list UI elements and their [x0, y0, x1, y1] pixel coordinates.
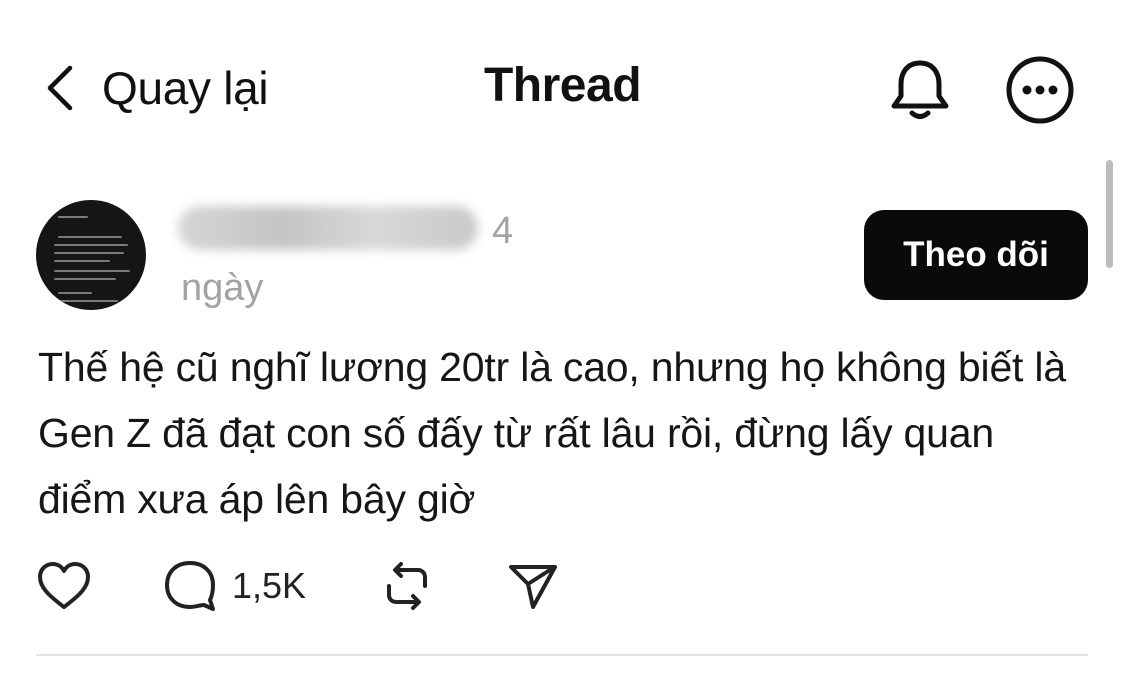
- like-button[interactable]: [36, 556, 92, 616]
- header-bar: Quay lại Thread: [0, 0, 1125, 180]
- post-age-unit: ngày: [181, 267, 264, 309]
- follow-button[interactable]: Theo dõi: [864, 210, 1088, 300]
- reply-button[interactable]: 1,5K: [162, 556, 306, 616]
- bell-icon: [891, 60, 949, 119]
- reply-count: 1,5K: [232, 565, 307, 606]
- avatar[interactable]: [36, 200, 146, 310]
- heart-icon: [38, 562, 90, 609]
- repost-button[interactable]: [380, 556, 434, 616]
- scrollbar[interactable]: [1106, 160, 1113, 268]
- divider: [36, 654, 1088, 656]
- share-button[interactable]: [506, 556, 560, 616]
- more-options-button[interactable]: [1004, 54, 1076, 126]
- page-title: Thread: [483, 59, 642, 112]
- post-age-number: 4: [492, 210, 514, 252]
- post-text: Thế hệ cũ nghĩ lương 20tr là cao, nhưng …: [38, 344, 1066, 522]
- post-actions: 1,5K: [36, 556, 596, 616]
- more-horizontal-icon: [1006, 56, 1074, 124]
- send-icon: [509, 565, 557, 609]
- author-username[interactable]: thanh_tamhuei: [178, 206, 478, 250]
- notifications-button[interactable]: [884, 54, 956, 126]
- comment-icon: [165, 561, 215, 611]
- repost-icon: [387, 562, 427, 610]
